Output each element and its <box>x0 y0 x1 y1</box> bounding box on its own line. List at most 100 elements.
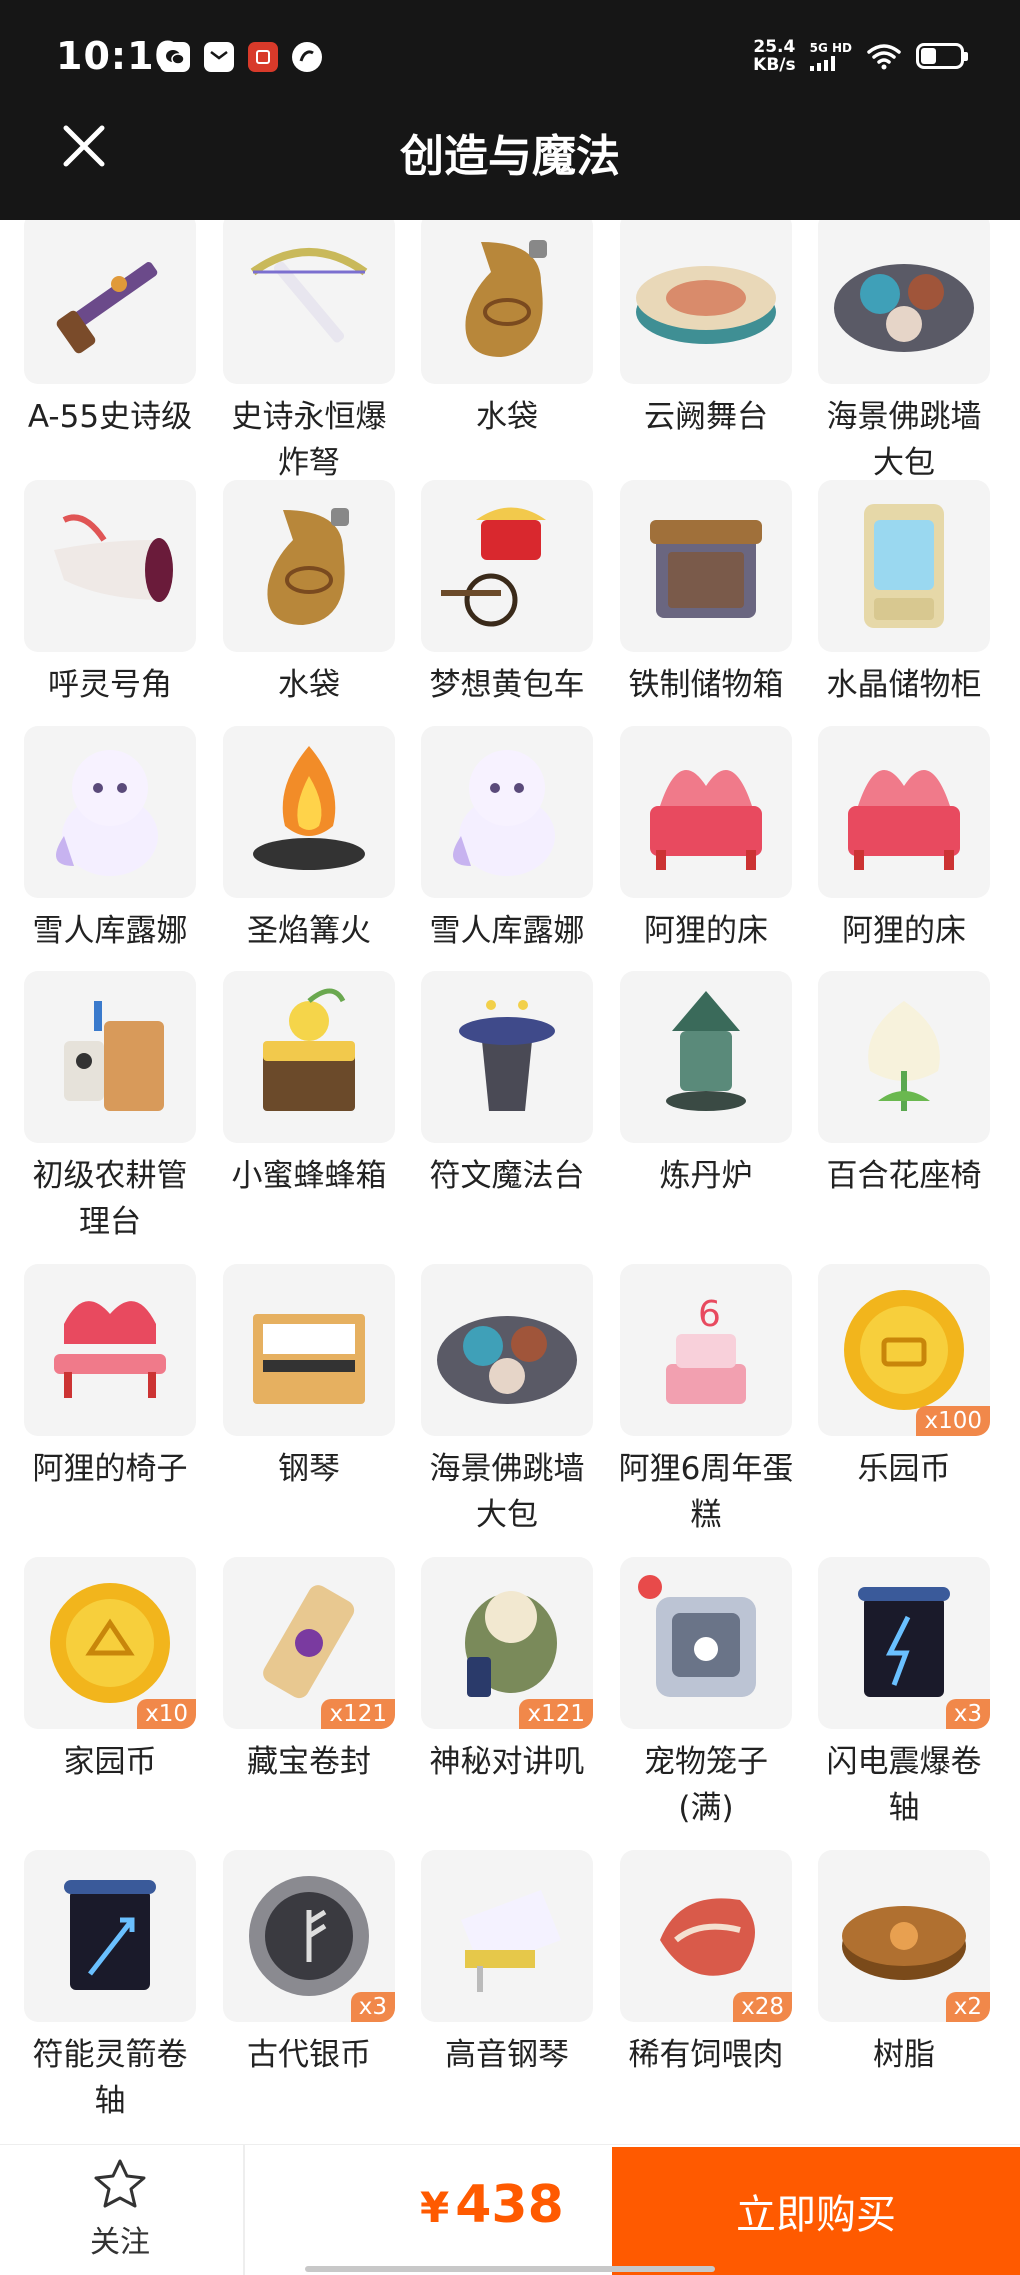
quantity-badge: x3 <box>350 1992 395 2022</box>
item-thumbnail <box>421 1850 593 2022</box>
item-name: 小蜜蜂蜂箱 <box>231 1158 387 1194</box>
item-name: 梦想黄包车 <box>429 667 585 703</box>
grid-item[interactable]: 水袋 <box>221 480 397 708</box>
quantity-badge: x3 <box>945 1699 990 1729</box>
quantity-badge: x121 <box>321 1699 395 1729</box>
item-thumbnail: 6 <box>620 1264 792 1436</box>
grid-item[interactable]: 雪人库露娜 <box>22 726 198 954</box>
item-name: 稀有饲喂肉 <box>628 2037 784 2073</box>
item-name: 乐园币 <box>857 1451 951 1487</box>
grid-item[interactable]: 符能灵箭卷轴 <box>22 1850 198 2124</box>
grid-item[interactable]: x2 树脂 <box>816 1850 992 2078</box>
grid-item[interactable]: 百合花座椅 <box>816 971 992 1199</box>
rune-table-icon <box>459 1000 555 1111</box>
item-name: 史诗永恒爆炸弩 <box>231 399 387 481</box>
mail-icon <box>204 42 234 72</box>
grid-item[interactable]: 水袋 <box>419 212 595 440</box>
item-name: 水袋 <box>476 399 538 435</box>
divider <box>243 2145 245 2275</box>
follow-button[interactable]: 关注 <box>70 2157 170 2261</box>
grid-item[interactable]: x28 稀有饲喂肉 <box>618 1850 794 2078</box>
buy-now-button[interactable]: 立即购买 <box>612 2147 1020 2275</box>
item-thumbnail <box>421 480 593 652</box>
quantity-badge: x10 <box>137 1699 196 1729</box>
signal-indicator: 5G HD <box>809 41 852 71</box>
grid-item[interactable]: 符文魔法台 <box>419 971 595 1199</box>
item-name: 神秘对讲叽 <box>429 1744 585 1780</box>
item-thumbnail: x121 <box>223 1557 395 1729</box>
home-indicator <box>305 2266 715 2272</box>
grid-item[interactable]: 阿狸的床 <box>618 726 794 954</box>
item-name: 炼丹炉 <box>659 1158 753 1194</box>
grid-item[interactable]: 水晶储物柜 <box>816 480 992 708</box>
grid-item[interactable]: 铁制储物箱 <box>618 480 794 708</box>
item-name: 水袋 <box>278 667 340 703</box>
item-name: 初级农耕管理台 <box>32 1158 188 1240</box>
item-name: 闪电震爆卷轴 <box>826 1744 982 1826</box>
grid-item[interactable]: 6 阿狸6周年蛋糕 <box>618 1264 794 1538</box>
item-name: 雪人库露娜 <box>32 913 188 949</box>
item-name: 高音钢琴 <box>445 2037 569 2073</box>
star-icon <box>94 2159 146 2208</box>
item-thumbnail <box>620 1557 792 1729</box>
item-name: 铁制储物箱 <box>628 667 784 703</box>
rifle-icon <box>56 262 158 354</box>
grid-item[interactable]: x3 古代银币 <box>221 1850 397 2078</box>
farm-console-icon <box>64 1001 164 1111</box>
grid-item[interactable]: 钢琴 <box>221 1264 397 1492</box>
item-thumbnail <box>421 726 593 898</box>
food-plate-icon <box>834 264 974 352</box>
network-speed-unit: KB/s <box>753 55 796 75</box>
item-name: 宠物笼子(满) <box>644 1744 768 1826</box>
follow-label: 关注 <box>90 2225 150 2260</box>
app-icon <box>292 42 322 72</box>
grid-item[interactable]: 初级农耕管理台 <box>22 971 198 1245</box>
item-thumbnail: x28 <box>620 1850 792 2022</box>
grid-item[interactable]: 宠物笼子(满) <box>618 1557 794 1831</box>
item-thumbnail <box>421 212 593 384</box>
bed-icon <box>848 770 960 870</box>
water-bag-icon <box>267 508 349 625</box>
grid-item[interactable]: 炼丹炉 <box>618 971 794 1199</box>
grid-item[interactable]: 阿狸的床 <box>816 726 992 954</box>
item-thumbnail <box>24 1850 196 2022</box>
grid-item[interactable]: 圣焰篝火 <box>221 726 397 954</box>
grid-item[interactable]: 小蜜蜂蜂箱 <box>221 971 397 1199</box>
food-plate-icon <box>437 1316 577 1404</box>
grid-item[interactable]: x100 乐园币 <box>816 1264 992 1492</box>
item-thumbnail <box>24 1264 196 1436</box>
quantity-badge: x121 <box>519 1699 593 1729</box>
grid-item[interactable]: 海景佛跳墙大包 <box>419 1264 595 1538</box>
grid-item[interactable]: 呼灵号角 <box>22 480 198 708</box>
crossbow-icon <box>250 248 368 343</box>
price-currency: ¥ <box>420 2183 450 2232</box>
crystal-cabinet-icon <box>864 504 944 628</box>
bed-icon <box>650 770 762 870</box>
item-thumbnail <box>223 1264 395 1436</box>
grid-item[interactable]: 史诗永恒爆炸弩 <box>221 212 397 486</box>
grid-item[interactable]: 高音钢琴 <box>419 1850 595 2078</box>
grid-item[interactable]: 雪人库露娜 <box>419 726 595 954</box>
grid-item[interactable]: 海景佛跳墙大包 <box>816 212 992 486</box>
item-name: 阿狸的椅子 <box>32 1451 188 1487</box>
item-thumbnail <box>223 971 395 1143</box>
battery-icon <box>916 43 968 69</box>
cake-icon: 6 <box>666 1294 746 1404</box>
grid-item[interactable]: 梦想黄包车 <box>419 480 595 708</box>
network-speed-value: 25.4 <box>753 37 796 57</box>
grid-item[interactable]: A-55史诗级 <box>22 212 198 440</box>
network-speed: 25.4 KB/s <box>753 38 795 74</box>
grid-item[interactable]: x10 家园币 <box>22 1557 198 1785</box>
wifi-icon <box>867 44 901 70</box>
grid-item[interactable]: x121 藏宝卷封 <box>221 1557 397 1785</box>
pet-cage-icon <box>638 1575 756 1697</box>
grid-item[interactable]: x121 神秘对讲叽 <box>419 1557 595 1785</box>
item-thumbnail <box>421 971 593 1143</box>
grid-item[interactable]: 云阙舞台 <box>618 212 794 440</box>
signal-bars-icon <box>809 55 835 71</box>
beehive-icon <box>263 988 355 1111</box>
item-thumbnail <box>24 212 196 384</box>
grid-item[interactable]: x3 闪电震爆卷轴 <box>816 1557 992 1831</box>
grid-item[interactable]: 阿狸的椅子 <box>22 1264 198 1492</box>
item-name: 钢琴 <box>278 1451 340 1487</box>
